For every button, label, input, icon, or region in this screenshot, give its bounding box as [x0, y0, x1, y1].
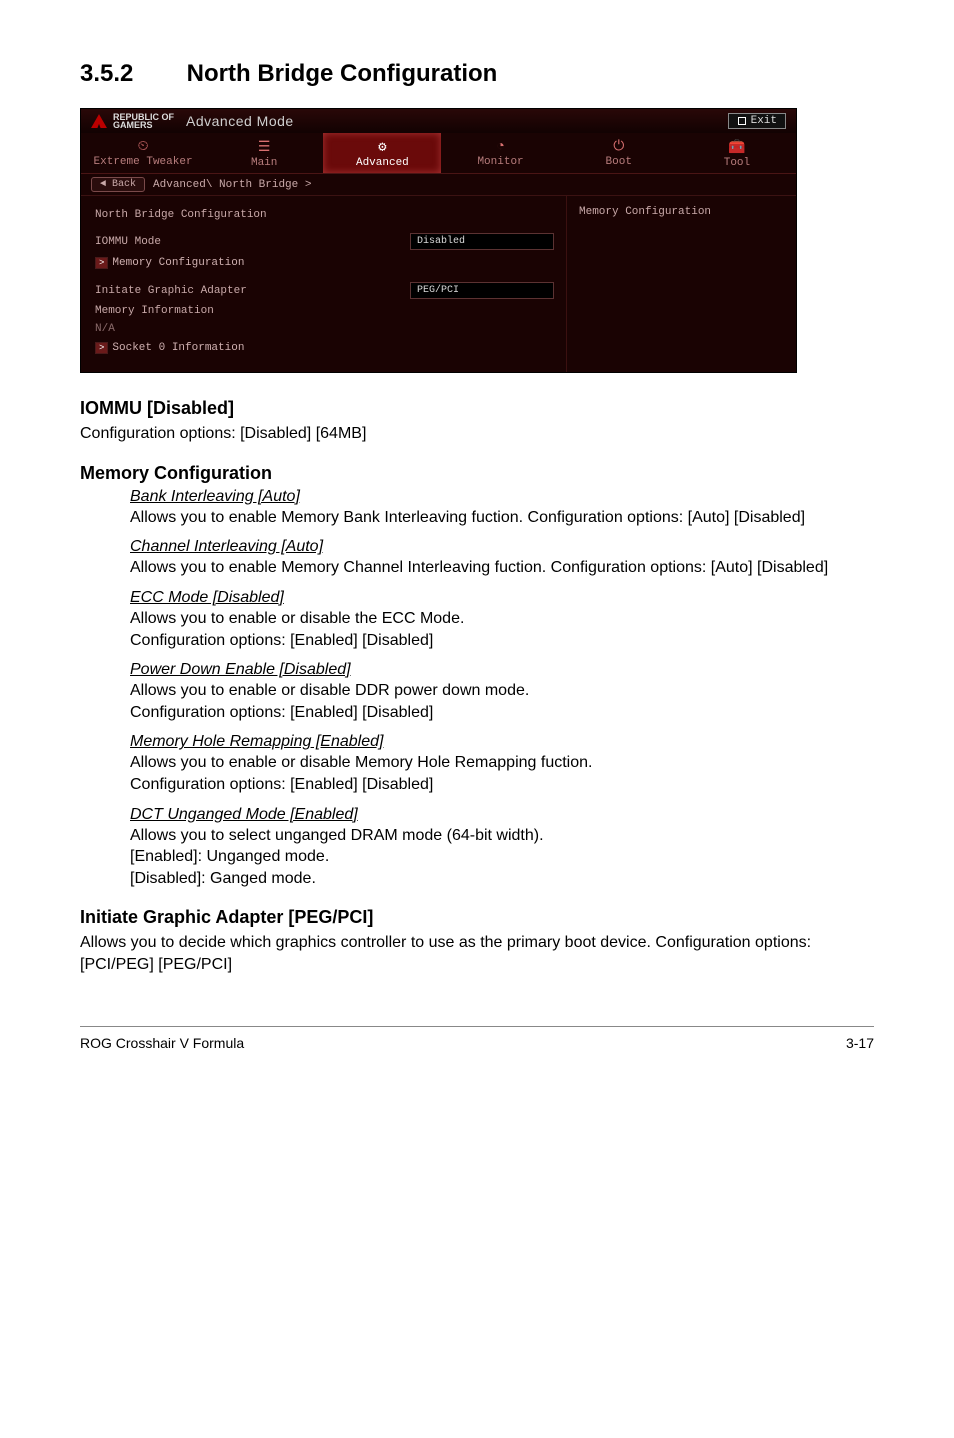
- section-number: 3.5.2: [80, 60, 180, 88]
- socket-0-label: Socket 0 Information: [112, 342, 244, 354]
- breadcrumb: Advanced\ North Bridge >: [153, 179, 311, 191]
- chevron-right-icon: >: [95, 257, 108, 269]
- initiate-graphic-heading: Initiate Graphic Adapter [PEG/PCI]: [80, 907, 874, 928]
- memory-config-heading: Memory Configuration: [80, 463, 874, 484]
- memory-configuration-label: Memory Configuration: [112, 257, 244, 269]
- dct-unganged-body-2: [Enabled]: Unganged mode.: [130, 846, 874, 868]
- na-label: N/A: [95, 323, 554, 335]
- footer-left: ROG Crosshair V Formula: [80, 1035, 244, 1051]
- channel-interleaving-title: Channel Interleaving [Auto]: [130, 538, 874, 556]
- power-down-body-2: Configuration options: [Enabled] [Disabl…: [130, 702, 874, 724]
- rog-logo-icon: [91, 114, 107, 128]
- exit-button[interactable]: Exit: [728, 113, 786, 129]
- iommu-heading: IOMMU [Disabled]: [80, 398, 874, 419]
- back-arrow-icon: ◄: [100, 179, 112, 190]
- initiate-graphic-body: Allows you to decide which graphics cont…: [80, 932, 874, 975]
- ecc-mode-body-1: Allows you to enable or disable the ECC …: [130, 608, 874, 630]
- advanced-icon: ⚙: [323, 139, 441, 156]
- dct-unganged-title: DCT Unganged Mode [Enabled]: [130, 806, 874, 824]
- power-down-body-1: Allows you to enable or disable DDR powe…: [130, 680, 874, 702]
- monitor-icon: ◔: [441, 139, 559, 155]
- memory-hole-title: Memory Hole Remapping [Enabled]: [130, 733, 874, 751]
- footer-right: 3-17: [846, 1035, 874, 1051]
- gauge-icon: ⏲: [81, 139, 205, 155]
- initiate-graphic-label: Initate Graphic Adapter: [95, 285, 410, 297]
- breadcrumb-row: ◄ Back Advanced\ North Bridge >: [81, 174, 796, 196]
- tab-main[interactable]: ☰ Main: [205, 133, 323, 173]
- list-icon: ☰: [205, 139, 323, 156]
- initiate-graphic-value[interactable]: PEG/PCI: [410, 282, 554, 299]
- tab-advanced[interactable]: ⚙ Advanced: [323, 133, 441, 173]
- tab-label: Boot: [606, 156, 632, 168]
- tab-label: Tool: [724, 157, 750, 169]
- bios-header: REPUBLIC OF GAMERS Advanced Mode Exit: [81, 109, 796, 133]
- memory-information-heading: Memory Information: [95, 305, 554, 317]
- bios-tabs: ⏲ Extreme Tweaker ☰ Main ⚙ Advanced ◔ Mo…: [81, 133, 796, 174]
- section-heading: 3.5.2 North Bridge Configuration: [80, 60, 874, 88]
- back-button[interactable]: ◄ Back: [91, 177, 145, 192]
- section-title: North Bridge Configuration: [187, 60, 498, 87]
- chevron-right-icon: >: [95, 342, 108, 354]
- nb-config-heading: North Bridge Configuration: [95, 209, 554, 221]
- dct-unganged-body-3: [Disabled]: Ganged mode.: [130, 868, 874, 890]
- tab-extreme-tweaker[interactable]: ⏲ Extreme Tweaker: [81, 133, 205, 173]
- rog-brand-text: REPUBLIC OF GAMERS: [113, 113, 174, 129]
- ecc-mode-body-2: Configuration options: [Enabled] [Disabl…: [130, 630, 874, 652]
- tab-label: Main: [251, 157, 277, 169]
- ecc-mode-title: ECC Mode [Disabled]: [130, 589, 874, 607]
- tab-label: Extreme Tweaker: [94, 156, 193, 168]
- tab-boot[interactable]: ⏻ Boot: [560, 133, 678, 173]
- iommu-body: Configuration options: [Disabled] [64MB]: [80, 423, 874, 445]
- page-footer: ROG Crosshair V Formula 3-17: [80, 1026, 874, 1051]
- bank-interleaving-title: Bank Interleaving [Auto]: [130, 488, 874, 506]
- bios-screenshot: REPUBLIC OF GAMERS Advanced Mode Exit ⏲ …: [80, 108, 797, 373]
- socket-0-information-item[interactable]: > Socket 0 Information: [95, 342, 554, 354]
- tool-icon: 🧰: [678, 139, 796, 156]
- memory-hole-body-2: Configuration options: [Enabled] [Disabl…: [130, 774, 874, 796]
- bios-help-pane: Memory Configuration: [566, 196, 796, 372]
- advanced-mode-label: Advanced Mode: [186, 113, 294, 129]
- dct-unganged-body-1: Allows you to select unganged DRAM mode …: [130, 825, 874, 847]
- memory-configuration-item[interactable]: > Memory Configuration: [95, 257, 554, 269]
- bios-left-pane: North Bridge Configuration IOMMU Mode Di…: [81, 196, 566, 372]
- exit-icon: [737, 116, 747, 126]
- tab-tool[interactable]: 🧰 Tool: [678, 133, 796, 173]
- iommu-mode-label: IOMMU Mode: [95, 236, 410, 248]
- channel-interleaving-body: Allows you to enable Memory Channel Inte…: [130, 557, 874, 579]
- iommu-mode-value[interactable]: Disabled: [410, 233, 554, 250]
- tab-monitor[interactable]: ◔ Monitor: [441, 133, 559, 173]
- brand-bottom: GAMERS: [113, 120, 153, 130]
- power-down-title: Power Down Enable [Disabled]: [130, 661, 874, 679]
- help-text: Memory Configuration: [579, 206, 711, 218]
- back-label: Back: [112, 179, 136, 190]
- tab-label: Monitor: [477, 156, 523, 168]
- exit-label: Exit: [751, 115, 777, 127]
- memory-hole-body-1: Allows you to enable or disable Memory H…: [130, 752, 874, 774]
- power-icon: ⏻: [560, 139, 678, 155]
- bank-interleaving-body: Allows you to enable Memory Bank Interle…: [130, 507, 874, 529]
- tab-label: Advanced: [356, 157, 409, 169]
